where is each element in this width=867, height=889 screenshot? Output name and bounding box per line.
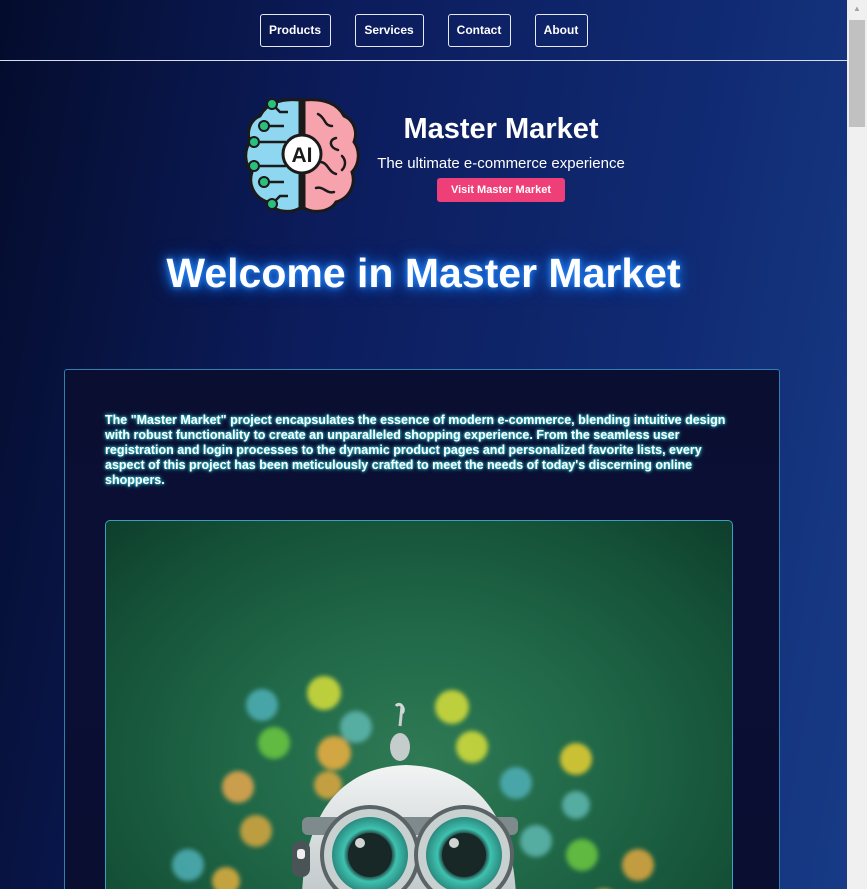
top-navigation: Products Services Contact About [0, 0, 847, 61]
scrollbar-thumb[interactable] [849, 20, 865, 127]
visit-master-market-button[interactable]: Visit Master Market [437, 178, 565, 202]
scroll-up-arrow-icon[interactable]: ▲ [847, 0, 867, 17]
ai-brain-icon: AI [244, 98, 360, 213]
nav-about-button[interactable]: About [534, 13, 588, 47]
content-card: The "Master Market" project encapsulates… [64, 369, 780, 889]
brand-title: Master Market [403, 113, 599, 145]
nav-products-button[interactable]: Products [259, 13, 331, 47]
brand-tagline: The ultimate e-commerce experience [377, 155, 625, 172]
project-description: The "Master Market" project encapsulates… [105, 413, 726, 487]
vertical-scrollbar[interactable]: ▲ [847, 0, 867, 889]
robot-image [172, 676, 654, 889]
nav-services-button[interactable]: Services [354, 13, 424, 47]
nav-contact-button[interactable]: Contact [447, 13, 511, 47]
page-viewport: Products Services Contact About AI Maste… [0, 0, 847, 889]
robot-illustration [105, 520, 733, 889]
welcome-heading: Welcome in Master Market [166, 250, 681, 296]
logo-text: AI [292, 144, 313, 167]
